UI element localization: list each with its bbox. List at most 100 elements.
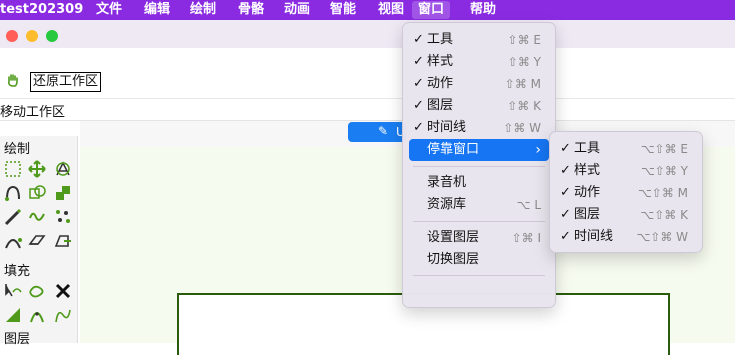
menu-item-label: 切换图层 (427, 252, 480, 267)
line-width-icon[interactable] (28, 306, 46, 324)
menu-item-timeline[interactable]: ✓ 时间线 ⇧⌘ W (409, 117, 549, 139)
menu-item-actions[interactable]: ✓ 动作 ⇧⌘ M (409, 73, 549, 95)
workspace-toolbar (0, 48, 735, 99)
bezier-icon[interactable] (4, 232, 22, 250)
menu-animation[interactable]: 动画 (284, 1, 310, 19)
checkmark-icon: ✓ (560, 185, 571, 200)
menu-item-tools[interactable]: ✓ 工具 ⇧⌘ E (409, 29, 549, 51)
menu-item-recorder[interactable]: 录音机 (409, 172, 549, 194)
menu-file[interactable]: 文件 (96, 1, 122, 19)
checker-icon[interactable] (54, 184, 72, 202)
curve-icon[interactable] (4, 184, 22, 202)
menu-window[interactable]: 窗口 (412, 1, 451, 19)
restore-workspace-button[interactable]: 还原工作区 (30, 72, 102, 92)
menu-item-label: 资源库 (427, 197, 467, 212)
shortcut-label: ⌥⇧⌘ K (640, 208, 688, 222)
shortcut-label: ⌥⇧⌘ Y (640, 164, 688, 178)
hide-edge-icon[interactable] (54, 306, 72, 324)
menu-help[interactable]: 帮助 (470, 1, 496, 19)
submenu-item-style[interactable]: ✓ 样式 ⌥⇧⌘ Y (556, 160, 696, 182)
checkmark-icon: ✓ (413, 54, 424, 69)
checkmark-icon: ✓ (413, 76, 424, 91)
shortcut-label: ⌥ L (516, 198, 541, 212)
menu-smart[interactable]: 智能 (330, 1, 356, 19)
move-arrows-icon[interactable] (28, 160, 46, 178)
fill-section-title: 填充 (4, 264, 31, 279)
checkmark-icon: ✓ (560, 141, 571, 156)
select-box-icon[interactable] (4, 160, 22, 178)
shortcut-label: ⇧⌘ W (503, 121, 541, 135)
shortcut-label: ⌥⇧⌘ E (640, 142, 688, 156)
shortcut-label: ⌥⇧⌘ W (636, 230, 688, 244)
menu-item-label: 样式 (574, 163, 601, 178)
menu-item-style[interactable]: ✓ 样式 ⇧⌘ Y (409, 51, 549, 73)
checkmark-icon: ✓ (413, 98, 424, 113)
menu-separator (413, 221, 545, 222)
menu-item-label: 工具 (574, 141, 601, 156)
scatter-icon[interactable] (54, 208, 72, 226)
create-fill-icon[interactable] (28, 282, 46, 300)
hand-icon[interactable] (6, 73, 20, 87)
menu-item-switch-layer[interactable]: 切换图层 (409, 249, 549, 271)
menu-item-label: 动作 (574, 185, 601, 200)
menu-separator (413, 275, 545, 276)
brush-icon[interactable] (4, 208, 22, 226)
menu-item-layers[interactable]: ✓ 图层 ⇧⌘ K (409, 95, 549, 117)
freehand-icon[interactable] (28, 208, 46, 226)
menu-item-label: 时间线 (574, 229, 614, 244)
shortcut-label: ⇧⌘ E (507, 33, 541, 47)
pen-icon: ✎ (378, 124, 389, 138)
app-menu[interactable]: test202309 (0, 1, 83, 19)
menu-bone[interactable]: 骨骼 (238, 1, 264, 19)
checkmark-icon: ✓ (560, 229, 571, 244)
select-fill-icon[interactable] (4, 282, 22, 300)
menu-item-label: 设置图层 (427, 230, 480, 245)
shapes-icon[interactable] (28, 184, 46, 202)
menu-edit[interactable]: 编辑 (144, 1, 170, 19)
gradient-fill-icon[interactable] (4, 306, 22, 324)
zoom-button[interactable] (46, 30, 58, 42)
menu-item-library[interactable]: 资源库 ⌥ L (409, 194, 549, 216)
layer-section-title: 图层 (4, 332, 31, 347)
menu-item-label: 工具 (427, 32, 454, 47)
submenu-item-layers[interactable]: ✓ 图层 ⌥⇧⌘ K (556, 204, 696, 226)
shortcut-label: ⇧⌘ M (504, 77, 541, 91)
menu-bar: test202309 文件 编辑 绘制 骨骼 动画 智能 视图 窗口 帮助 (0, 0, 735, 20)
delete-shape-icon[interactable] (54, 232, 72, 250)
checkmark-icon: ✓ (560, 207, 571, 222)
shortcut-label: ⇧⌘ I (511, 231, 541, 245)
checkmark-icon: ✓ (560, 163, 571, 178)
checkmark-icon: ✓ (413, 120, 424, 135)
move-workspace-label[interactable]: 移动工作区 (0, 101, 65, 120)
shortcut-label: ⌥⇧⌘ M (637, 186, 688, 200)
menu-item-set-layer[interactable]: 设置图层 ⇧⌘ I (409, 227, 549, 249)
window-titlebar (0, 20, 735, 48)
menu-item-label: 录音机 (427, 175, 467, 190)
shortcut-label: ⇧⌘ Y (507, 55, 541, 69)
menu-item-label: 图层 (427, 98, 454, 113)
eraser-icon[interactable] (28, 232, 46, 250)
submenu-item-tools[interactable]: ✓ 工具 ⌥⇧⌘ E (556, 138, 696, 160)
shortcut-label: ⇧⌘ K (507, 99, 541, 113)
checkmark-icon: ✓ (413, 32, 424, 47)
transform-points-icon[interactable] (54, 160, 72, 178)
delete-fill-icon[interactable] (54, 282, 72, 300)
menu-item-label: 动作 (427, 76, 454, 91)
selection-tool-button[interactable]: ✎ U (348, 122, 406, 142)
submenu-item-timeline[interactable]: ✓ 时间线 ⌥⇧⌘ W (556, 226, 696, 248)
window-menu: ✓ 工具 ⇧⌘ E ✓ 样式 ⇧⌘ Y ✓ 动作 ⇧⌘ M ✓ 图层 ⇧⌘ K … (402, 22, 556, 308)
menu-item-label: 图层 (574, 207, 601, 222)
submenu-item-actions[interactable]: ✓ 动作 ⌥⇧⌘ M (556, 182, 696, 204)
menu-item-label: 时间线 (427, 120, 467, 135)
menu-item-label: 样式 (427, 54, 454, 69)
close-button[interactable] (6, 30, 18, 42)
menu-item-label: 停靠窗口 (427, 142, 480, 157)
menu-draw[interactable]: 绘制 (190, 1, 216, 19)
tools-panel: 绘制 填充 图层 (0, 136, 78, 347)
minimize-button[interactable] (26, 30, 38, 42)
chevron-right-icon: › (535, 142, 541, 158)
menu-view[interactable]: 视图 (378, 1, 404, 19)
menu-item-dock-window[interactable]: 停靠窗口 › (409, 139, 549, 161)
draw-section-title: 绘制 (4, 142, 31, 157)
menu-separator (413, 166, 545, 167)
